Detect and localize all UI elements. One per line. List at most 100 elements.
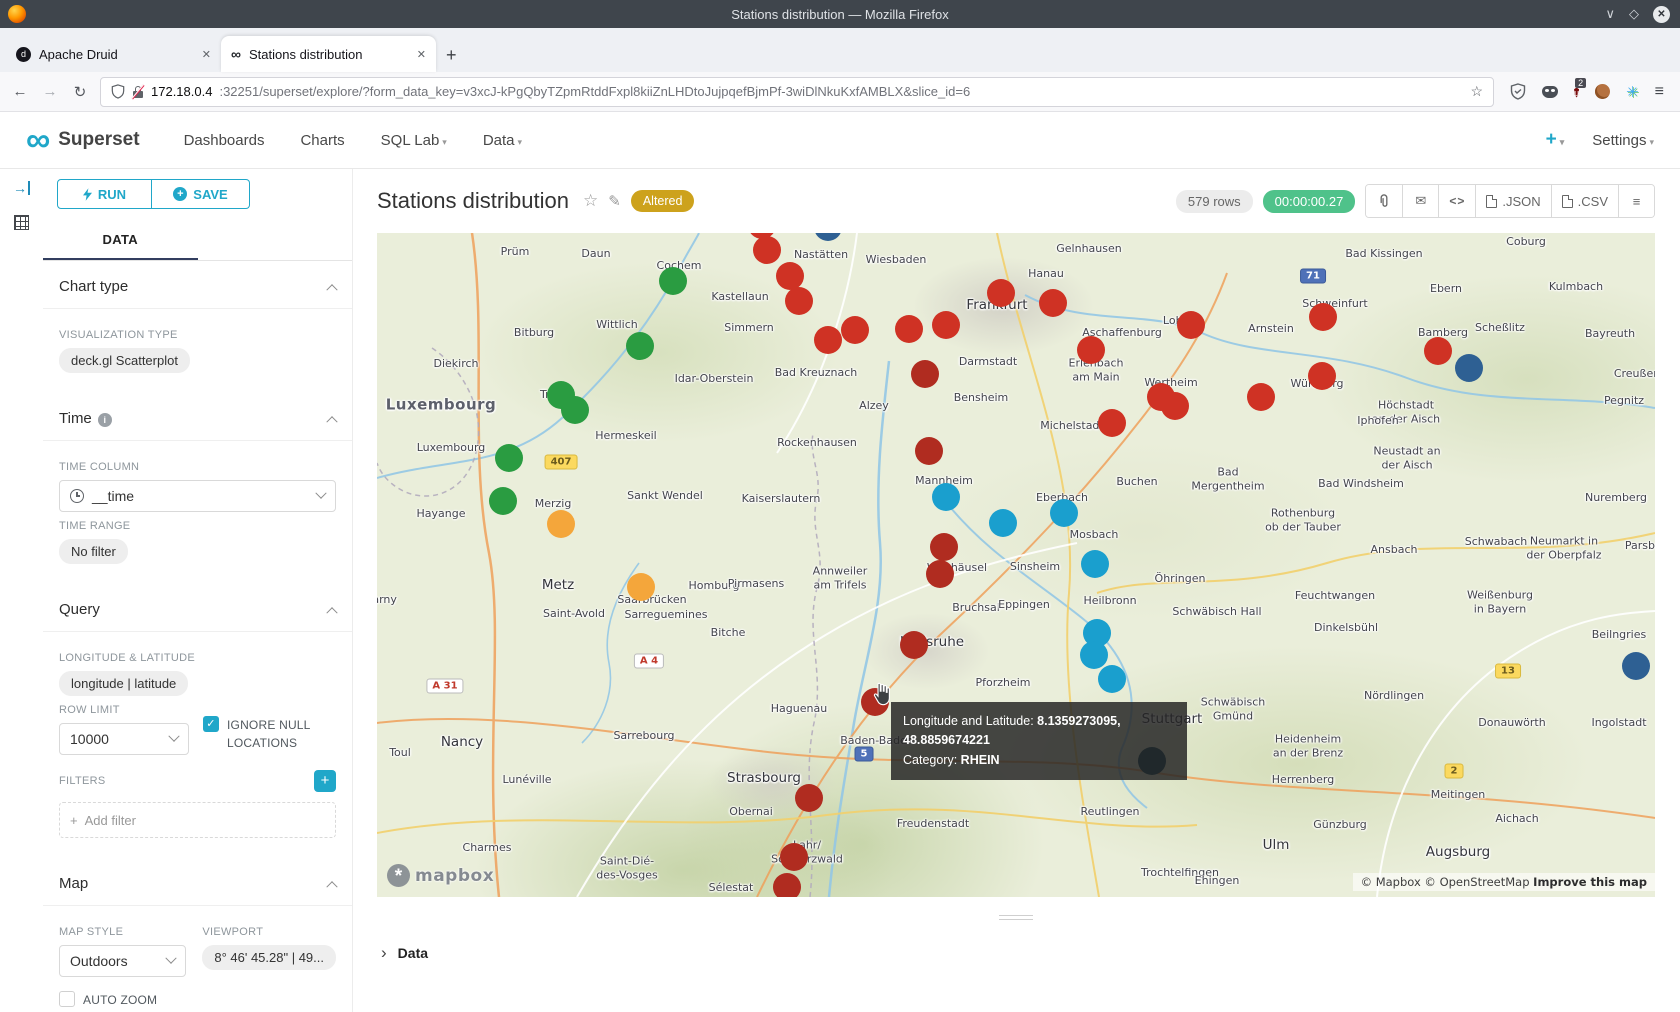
new-tab-button[interactable]: + — [446, 45, 457, 66]
scatter-point[interactable] — [915, 437, 943, 465]
scatter-point[interactable] — [1050, 499, 1078, 527]
scatter-point[interactable] — [1081, 550, 1109, 578]
scatter-point[interactable] — [930, 533, 958, 561]
checkbox-unchecked-icon[interactable] — [59, 991, 75, 1007]
scatter-point[interactable] — [547, 510, 575, 538]
scatter-point[interactable] — [926, 560, 954, 588]
scatter-point[interactable] — [895, 315, 923, 343]
chart-menu-button[interactable]: ≡ — [1618, 185, 1654, 217]
scatter-point[interactable] — [626, 332, 654, 360]
browser-menu-icon[interactable]: ≡ — [1655, 83, 1664, 101]
ignore-null-checkbox-row[interactable]: ✓ IGNORE NULL LOCATIONS — [203, 716, 327, 752]
row-limit-select[interactable]: 10000 — [59, 723, 189, 755]
scatter-point[interactable] — [776, 262, 804, 290]
scatter-point[interactable] — [1309, 303, 1337, 331]
scatter-point[interactable] — [1308, 362, 1336, 390]
scatter-point[interactable] — [795, 784, 823, 812]
window-maximize-icon[interactable]: ◇ — [1629, 6, 1639, 22]
tab-close-icon[interactable]: ✕ — [417, 48, 426, 61]
save-button[interactable]: + SAVE — [152, 179, 250, 209]
lonlat-value[interactable]: longitude | latitude — [59, 671, 188, 696]
scatter-point[interactable] — [489, 487, 517, 515]
dataset-grid-icon[interactable] — [14, 215, 29, 230]
scatter-point[interactable] — [1177, 311, 1205, 339]
nav-item-data[interactable]: Data▾ — [483, 132, 522, 149]
scatter-point[interactable] — [1098, 665, 1126, 693]
scatter-point[interactable] — [495, 444, 523, 472]
scatter-point[interactable] — [1077, 336, 1105, 364]
export-csv-button[interactable]: .CSV — [1551, 185, 1618, 217]
scatter-point[interactable] — [989, 509, 1017, 537]
scatter-point[interactable] — [1424, 337, 1452, 365]
window-minimize-icon[interactable]: ∨ — [1605, 6, 1615, 22]
scatter-point[interactable] — [1098, 409, 1126, 437]
nav-item-sql-lab[interactable]: SQL Lab▾ — [381, 132, 447, 149]
scatter-point[interactable] — [753, 236, 781, 264]
superset-logo-icon[interactable]: ∞ — [26, 125, 50, 155]
scatter-point[interactable] — [814, 326, 842, 354]
scatter-point[interactable] — [932, 311, 960, 339]
mapbox-logo[interactable]: * mapbox — [387, 864, 494, 887]
scatter-point[interactable] — [814, 233, 842, 241]
nav-item-charts[interactable]: Charts — [300, 132, 344, 149]
scatter-point[interactable] — [932, 483, 960, 511]
bookmark-star-icon[interactable]: ☆ — [1471, 83, 1484, 100]
scatter-point[interactable] — [900, 631, 928, 659]
email-button[interactable]: ✉ — [1402, 185, 1438, 217]
data-results-expander[interactable]: › Data — [377, 937, 1655, 961]
tab-data[interactable]: DATA — [43, 223, 198, 260]
scatter-point[interactable] — [1161, 392, 1189, 420]
tab-apache-druid[interactable]: d Apache Druid ✕ — [6, 36, 221, 72]
shield-check-icon[interactable] — [1510, 83, 1526, 100]
cookie-icon[interactable] — [1595, 84, 1610, 99]
export-json-button[interactable]: .JSON — [1475, 185, 1550, 217]
scatter-point[interactable] — [785, 287, 813, 315]
extension-star-icon[interactable]: ✳ — [1626, 83, 1639, 101]
run-button[interactable]: RUN — [57, 179, 152, 209]
superset-brand[interactable]: Superset — [58, 129, 139, 151]
ublock-icon[interactable]: u 2 — [1574, 83, 1579, 101]
tab-stations-distribution[interactable]: ∞ Stations distribution ✕ — [221, 36, 436, 72]
time-column-select[interactable]: __time — [59, 480, 336, 512]
section-chart-type[interactable]: Chart type — [43, 261, 352, 309]
panel-resize-handle[interactable] — [999, 915, 1033, 920]
map-style-select[interactable]: Outdoors — [59, 945, 186, 977]
back-button[interactable]: ← — [10, 83, 30, 100]
shield-permissions-icon[interactable] — [111, 84, 125, 99]
scatter-point[interactable] — [911, 360, 939, 388]
scatter-point[interactable] — [1622, 652, 1650, 680]
add-filter-input[interactable]: + Add filter — [59, 802, 336, 838]
add-filter-plus-button[interactable]: + — [314, 770, 336, 792]
scatter-point[interactable] — [627, 573, 655, 601]
scatter-point[interactable] — [659, 267, 687, 295]
edit-title-icon[interactable]: ✎ — [608, 192, 621, 210]
section-map[interactable]: Map — [43, 858, 352, 906]
viz-type-value[interactable]: deck.gl Scatterplot — [59, 348, 190, 373]
privacy-mask-icon[interactable] — [1542, 86, 1558, 98]
url-bar[interactable]: 172.18.0.4 :32251/superset/explore/?form… — [100, 77, 1494, 107]
forward-button[interactable]: → — [40, 83, 60, 100]
scatter-point[interactable] — [1247, 383, 1275, 411]
scatter-point[interactable] — [780, 843, 808, 871]
scatter-point[interactable] — [1039, 289, 1067, 317]
favorite-star-icon[interactable]: ☆ — [583, 191, 598, 211]
viewport-value[interactable]: 8° 46' 45.28" | 49... — [202, 945, 336, 970]
window-close-icon[interactable]: ✕ — [1653, 6, 1670, 23]
tab-close-icon[interactable]: ✕ — [202, 48, 211, 61]
improve-map-link[interactable]: Improve this map — [1533, 875, 1647, 889]
insecure-lock-icon[interactable] — [132, 85, 144, 99]
scatter-point[interactable] — [841, 316, 869, 344]
time-range-value[interactable]: No filter — [59, 539, 128, 564]
scatter-point[interactable] — [1455, 354, 1483, 382]
new-item-button[interactable]: +▾ — [1546, 129, 1565, 151]
checkbox-checked-icon[interactable]: ✓ — [203, 716, 219, 732]
scatter-point[interactable] — [1080, 641, 1108, 669]
scatter-point[interactable] — [987, 279, 1015, 307]
scatter-point[interactable] — [773, 873, 801, 897]
section-query[interactable]: Query — [43, 584, 352, 632]
scatter-point[interactable] — [561, 396, 589, 424]
nav-item-dashboards[interactable]: Dashboards — [184, 132, 265, 149]
auto-zoom-checkbox-row[interactable]: AUTO ZOOM — [59, 991, 336, 1009]
settings-menu[interactable]: Settings▾ — [1592, 132, 1654, 149]
copy-link-button[interactable] — [1366, 185, 1402, 217]
